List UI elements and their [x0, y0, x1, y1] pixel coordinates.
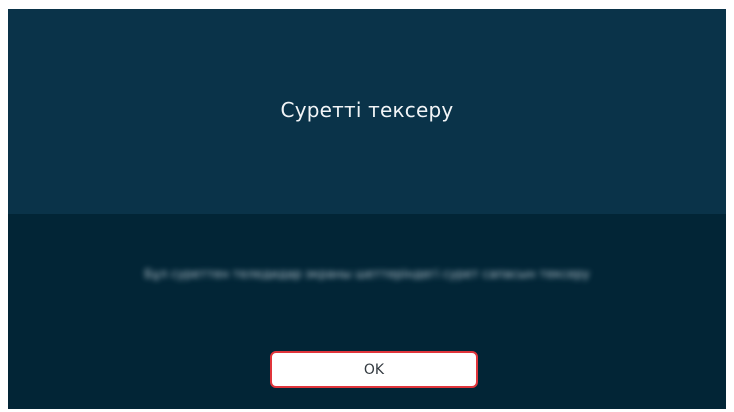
dialog-body: Бұл суреттен теледидар экраны шеттерінде… — [8, 214, 726, 409]
dialog-message: Бұл суреттен теледидар экраны шеттерінде… — [144, 267, 590, 281]
dialog-header: Суретті тексеру — [8, 9, 726, 214]
ok-button[interactable]: OK — [270, 351, 478, 388]
dialog-title: Суретті тексеру — [280, 97, 454, 122]
tv-dialog-screen: Суретті тексеру Бұл суреттен теледидар э… — [8, 9, 726, 409]
